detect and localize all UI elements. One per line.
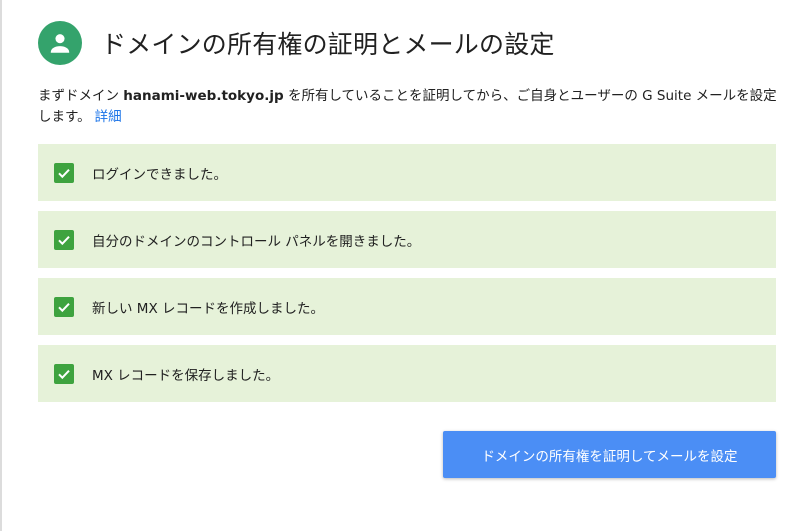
setup-page: ドメインの所有権の証明とメールの設定 まずドメイン hanami-web.tok… bbox=[0, 0, 806, 531]
checkmark-icon bbox=[58, 369, 70, 379]
step-checkbox[interactable] bbox=[54, 296, 74, 317]
description-prefix: まずドメイン bbox=[38, 88, 124, 104]
step-label: MX レコードを保存しました。 bbox=[92, 367, 280, 384]
step-label: 新しい MX レコードを作成しました。 bbox=[92, 300, 324, 317]
person-icon bbox=[50, 34, 70, 53]
step-checkbox[interactable] bbox=[54, 162, 74, 183]
header: ドメインの所有権の証明とメールの設定 bbox=[38, 21, 555, 65]
step-label: ログインできました。 bbox=[92, 166, 227, 183]
description: まずドメイン hanami-web.tokyo.jp を所有していることを証明し… bbox=[38, 86, 778, 128]
checkmark-icon bbox=[58, 235, 70, 245]
step-checkbox[interactable] bbox=[54, 363, 74, 384]
step-item: ログインできました。 bbox=[38, 144, 776, 201]
avatar bbox=[38, 21, 82, 65]
step-checkbox[interactable] bbox=[54, 229, 74, 250]
learn-more-link[interactable]: 詳細 bbox=[95, 109, 122, 125]
step-label: 自分のドメインのコントロール パネルを開きました。 bbox=[92, 233, 421, 250]
checkmark-icon bbox=[58, 302, 70, 312]
page-title: ドメインの所有権の証明とメールの設定 bbox=[101, 30, 555, 59]
step-item: 新しい MX レコードを作成しました。 bbox=[38, 278, 776, 335]
domain-name: hanami-web.tokyo.jp bbox=[123, 88, 284, 104]
step-item: MX レコードを保存しました。 bbox=[38, 345, 776, 402]
left-border bbox=[0, 0, 2, 531]
verify-domain-button[interactable]: ドメインの所有権を証明してメールを設定 bbox=[443, 431, 776, 478]
step-item: 自分のドメインのコントロール パネルを開きました。 bbox=[38, 211, 776, 268]
steps-list: ログインできました。 自分のドメインのコントロール パネルを開きました。 新しい… bbox=[38, 144, 776, 412]
checkmark-icon bbox=[58, 168, 70, 178]
